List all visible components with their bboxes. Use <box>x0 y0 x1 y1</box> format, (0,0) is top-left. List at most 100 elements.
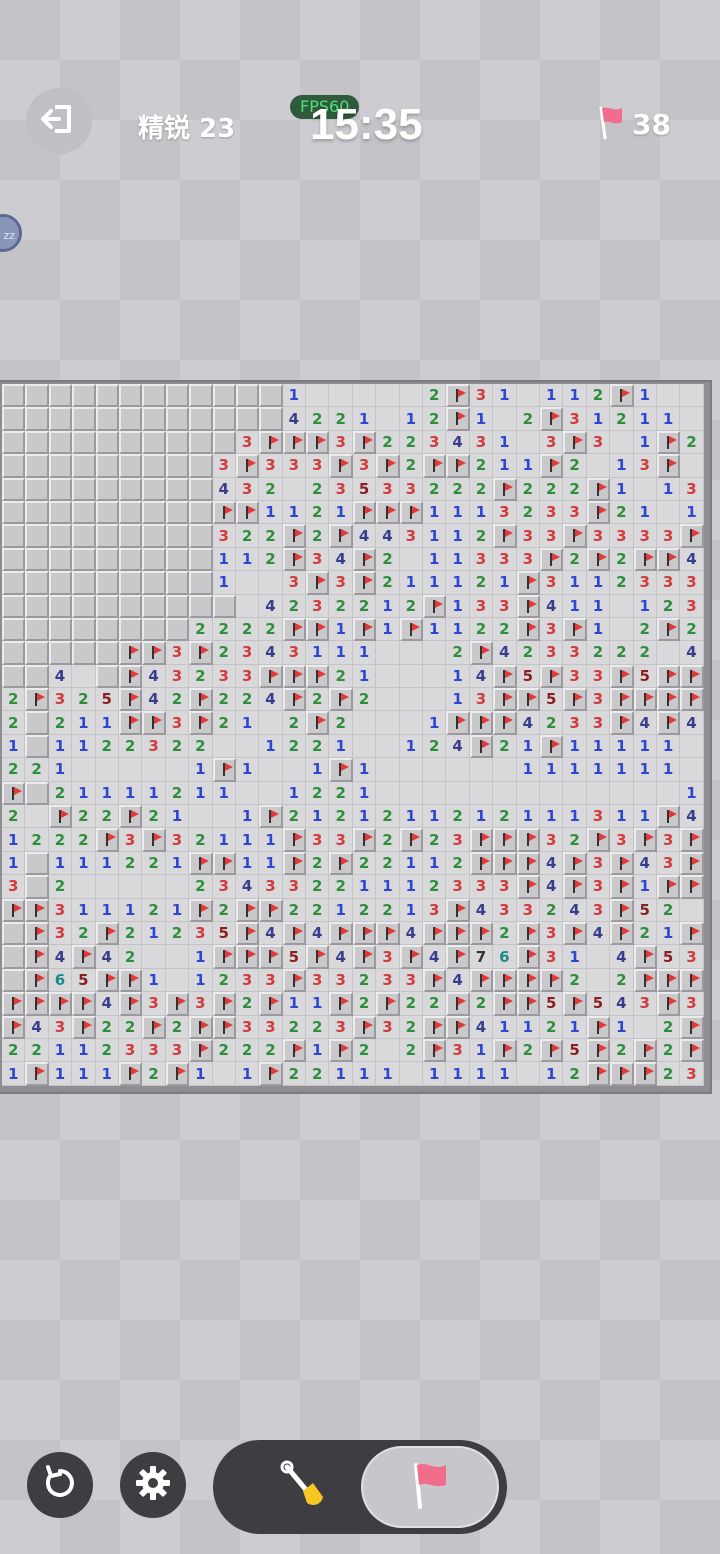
board-cell-number[interactable]: 4 <box>423 945 447 969</box>
board-cell-empty[interactable] <box>399 664 424 689</box>
board-cell-covered[interactable] <box>2 617 26 642</box>
board-cell-number[interactable]: 1 <box>516 454 540 478</box>
board-cell-number[interactable]: 1 <box>259 828 283 852</box>
board-cell-number[interactable]: 3 <box>212 664 236 689</box>
board-cell-number[interactable]: 1 <box>633 734 657 759</box>
board-cell-empty[interactable] <box>95 758 119 782</box>
board-cell-number[interactable]: 5 <box>516 664 540 689</box>
board-cell-number[interactable]: 1 <box>423 851 447 876</box>
board-cell-covered[interactable] <box>165 407 190 431</box>
board-cell-number[interactable]: 2 <box>563 454 587 478</box>
board-cell-flagged[interactable] <box>25 992 49 1016</box>
board-cell-number[interactable]: 2 <box>610 500 634 525</box>
board-cell-number[interactable]: 2 <box>423 407 447 431</box>
board-cell-number[interactable]: 1 <box>48 758 73 782</box>
board-cell-number[interactable]: 2 <box>516 477 540 501</box>
board-cell-number[interactable]: 2 <box>656 1038 681 1063</box>
board-cell-number[interactable]: 2 <box>539 898 564 922</box>
board-cell-empty[interactable] <box>165 945 190 969</box>
board-cell-flagged[interactable] <box>680 851 704 876</box>
board-cell-number[interactable]: 3 <box>493 547 517 572</box>
board-cell-covered[interactable] <box>25 781 49 806</box>
board-cell-number[interactable]: 3 <box>680 571 704 595</box>
board-cell-flagged[interactable] <box>306 945 330 969</box>
board-cell-number[interactable]: 2 <box>352 968 377 993</box>
board-cell-number[interactable]: 3 <box>656 828 681 852</box>
board-cell-covered[interactable] <box>118 407 143 431</box>
board-cell-empty[interactable] <box>446 758 470 782</box>
board-cell-empty[interactable] <box>282 758 307 782</box>
board-cell-flagged[interactable] <box>95 828 119 852</box>
board-cell-number[interactable]: 1 <box>376 594 400 618</box>
board-cell-number[interactable]: 2 <box>469 617 494 642</box>
board-cell-number[interactable]: 4 <box>610 992 634 1016</box>
board-cell-number[interactable]: 1 <box>235 547 260 572</box>
board-cell-number[interactable]: 1 <box>399 851 424 876</box>
board-cell-number[interactable]: 2 <box>118 851 143 876</box>
board-cell-number[interactable]: 4 <box>446 968 470 993</box>
board-cell-number[interactable]: 2 <box>563 1062 587 1086</box>
board-cell-flagged[interactable] <box>563 851 587 876</box>
board-cell-covered[interactable] <box>142 500 166 525</box>
board-cell-number[interactable]: 1 <box>469 500 494 525</box>
board-cell-covered[interactable] <box>142 407 166 431</box>
board-cell-flagged[interactable] <box>446 1015 470 1039</box>
board-cell-flagged[interactable] <box>118 968 143 993</box>
board-cell-number[interactable]: 3 <box>586 711 611 735</box>
board-cell-empty[interactable] <box>399 711 424 735</box>
board-cell-covered[interactable] <box>165 477 190 501</box>
board-cell-flagged[interactable] <box>235 945 260 969</box>
dig-mode-button[interactable] <box>243 1454 363 1520</box>
board-cell-covered[interactable] <box>142 454 166 478</box>
board-cell-number[interactable]: 1 <box>610 734 634 759</box>
board-cell-covered[interactable] <box>118 477 143 501</box>
board-cell-flagged[interactable] <box>352 547 377 572</box>
board-cell-flagged[interactable] <box>563 688 587 712</box>
board-cell-number[interactable]: 1 <box>329 734 353 759</box>
board-cell-number[interactable]: 3 <box>212 524 236 548</box>
board-cell-covered[interactable] <box>118 454 143 478</box>
board-cell-empty[interactable] <box>376 734 400 759</box>
board-cell-number[interactable]: 2 <box>446 477 470 501</box>
board-cell-number[interactable]: 3 <box>142 992 166 1016</box>
board-cell-number[interactable]: 1 <box>469 805 494 829</box>
board-cell-number[interactable]: 3 <box>352 454 377 478</box>
board-cell-flagged[interactable] <box>493 968 517 993</box>
board-cell-empty[interactable] <box>633 477 657 501</box>
board-cell-flagged[interactable] <box>469 641 494 665</box>
board-cell-number[interactable]: 2 <box>329 711 353 735</box>
board-cell-flagged[interactable] <box>656 805 681 829</box>
board-cell-number[interactable]: 2 <box>399 454 424 478</box>
board-cell-empty[interactable] <box>118 758 143 782</box>
board-cell-empty[interactable] <box>516 430 540 455</box>
board-cell-number[interactable]: 3 <box>399 968 424 993</box>
board-cell-empty[interactable] <box>142 875 166 899</box>
board-cell-empty[interactable] <box>399 641 424 665</box>
board-cell-number[interactable]: 2 <box>306 898 330 922</box>
board-cell-number[interactable]: 3 <box>493 875 517 899</box>
board-cell-number[interactable]: 3 <box>469 547 494 572</box>
board-cell-flagged[interactable] <box>352 500 377 525</box>
board-cell-number[interactable]: 1 <box>235 758 260 782</box>
board-cell-empty[interactable] <box>610 594 634 618</box>
board-cell-number[interactable]: 1 <box>633 594 657 618</box>
board-cell-number[interactable]: 1 <box>446 594 470 618</box>
board-cell-flagged[interactable] <box>493 992 517 1016</box>
board-cell-flagged[interactable] <box>165 992 190 1016</box>
board-cell-number[interactable]: 2 <box>72 921 96 946</box>
board-cell-covered[interactable] <box>72 641 96 665</box>
board-cell-flagged[interactable] <box>516 921 540 946</box>
board-cell-number[interactable]: 5 <box>539 688 564 712</box>
board-cell-flagged[interactable] <box>259 992 283 1016</box>
side-badge[interactable]: zz <box>0 214 22 252</box>
board-cell-number[interactable]: 2 <box>352 992 377 1016</box>
board-cell-covered[interactable] <box>48 477 73 501</box>
board-cell-flagged[interactable] <box>329 992 353 1016</box>
board-cell-number[interactable]: 4 <box>259 641 283 665</box>
board-cell-number[interactable]: 1 <box>563 758 587 782</box>
board-cell-number[interactable]: 1 <box>259 734 283 759</box>
board-cell-flagged[interactable] <box>516 992 540 1016</box>
board-cell-empty[interactable] <box>446 781 470 806</box>
board-cell-number[interactable]: 3 <box>469 875 494 899</box>
board-cell-number[interactable]: 1 <box>2 734 26 759</box>
